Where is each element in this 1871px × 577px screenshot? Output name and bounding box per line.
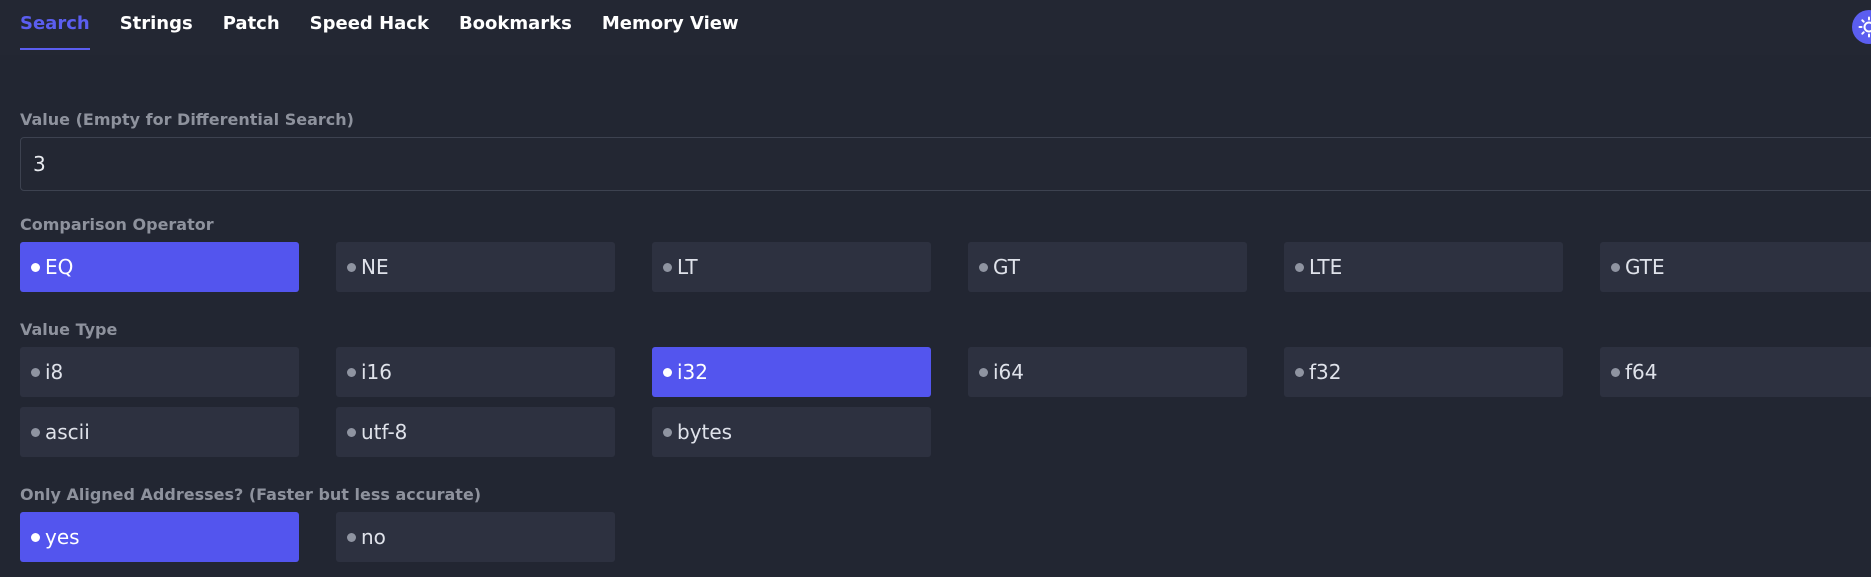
radio-dot-icon bbox=[1611, 368, 1620, 377]
radio-dot-icon bbox=[31, 533, 40, 542]
tab-memory-view[interactable]: Memory View bbox=[602, 0, 739, 50]
aligned-addresses-label: Only Aligned Addresses? (Faster but less… bbox=[20, 485, 482, 504]
radio-dot-icon bbox=[979, 368, 988, 377]
option-no[interactable]: no bbox=[336, 512, 615, 562]
option-label: i64 bbox=[993, 360, 1025, 384]
option-label: LT bbox=[677, 255, 698, 279]
top-nav: Search Strings Patch Speed Hack Bookmark… bbox=[0, 0, 1871, 55]
option-f64[interactable]: f64 bbox=[1600, 347, 1871, 397]
radio-dot-icon bbox=[31, 428, 40, 437]
option-label: f64 bbox=[1625, 360, 1658, 384]
option-f32[interactable]: f32 bbox=[1284, 347, 1563, 397]
radio-dot-icon bbox=[663, 263, 672, 272]
option-i32[interactable]: i32 bbox=[652, 347, 931, 397]
option-label: i16 bbox=[361, 360, 393, 384]
option-bytes[interactable]: bytes bbox=[652, 407, 931, 457]
option-label: i8 bbox=[45, 360, 64, 384]
tab-patch[interactable]: Patch bbox=[223, 0, 280, 50]
value-field-label: Value (Empty for Differential Search) bbox=[20, 110, 354, 129]
sun-icon bbox=[1858, 16, 1871, 38]
option-label: GTE bbox=[1625, 255, 1665, 279]
option-label: EQ bbox=[45, 255, 74, 279]
option-i8[interactable]: i8 bbox=[20, 347, 299, 397]
tab-search[interactable]: Search bbox=[20, 0, 90, 50]
radio-dot-icon bbox=[1611, 263, 1620, 272]
radio-dot-icon bbox=[663, 368, 672, 377]
radio-dot-icon bbox=[663, 428, 672, 437]
radio-dot-icon bbox=[31, 263, 40, 272]
radio-dot-icon bbox=[31, 368, 40, 377]
tab-strings[interactable]: Strings bbox=[120, 0, 193, 50]
option-i16[interactable]: i16 bbox=[336, 347, 615, 397]
option-label: f32 bbox=[1309, 360, 1342, 384]
tab-bar: Search Strings Patch Speed Hack Bookmark… bbox=[20, 0, 769, 55]
tab-speed-hack[interactable]: Speed Hack bbox=[310, 0, 429, 50]
theme-toggle-button[interactable] bbox=[1852, 10, 1871, 44]
value-type-label: Value Type bbox=[20, 320, 118, 339]
comparison-operator-label: Comparison Operator bbox=[20, 215, 214, 234]
option-label: GT bbox=[993, 255, 1021, 279]
radio-dot-icon bbox=[347, 263, 356, 272]
option-label: i32 bbox=[677, 360, 709, 384]
radio-dot-icon bbox=[979, 263, 988, 272]
option-gte[interactable]: GTE bbox=[1600, 242, 1871, 292]
option-ascii[interactable]: ascii bbox=[20, 407, 299, 457]
option-utf-8[interactable]: utf-8 bbox=[336, 407, 615, 457]
option-label: utf-8 bbox=[361, 420, 408, 444]
radio-dot-icon bbox=[347, 428, 356, 437]
option-yes[interactable]: yes bbox=[20, 512, 299, 562]
option-label: ascii bbox=[45, 420, 90, 444]
radio-dot-icon bbox=[1295, 368, 1304, 377]
radio-dot-icon bbox=[1295, 263, 1304, 272]
value-input[interactable] bbox=[20, 137, 1871, 191]
tab-bookmarks[interactable]: Bookmarks bbox=[459, 0, 572, 50]
option-i64[interactable]: i64 bbox=[968, 347, 1247, 397]
option-eq[interactable]: EQ bbox=[20, 242, 299, 292]
option-label: LTE bbox=[1309, 255, 1343, 279]
radio-dot-icon bbox=[347, 368, 356, 377]
option-label: no bbox=[361, 525, 386, 549]
option-label: yes bbox=[45, 525, 80, 549]
option-label: NE bbox=[361, 255, 389, 279]
option-ne[interactable]: NE bbox=[336, 242, 615, 292]
option-lte[interactable]: LTE bbox=[1284, 242, 1563, 292]
option-lt[interactable]: LT bbox=[652, 242, 931, 292]
option-gt[interactable]: GT bbox=[968, 242, 1247, 292]
radio-dot-icon bbox=[347, 533, 356, 542]
option-label: bytes bbox=[677, 420, 733, 444]
